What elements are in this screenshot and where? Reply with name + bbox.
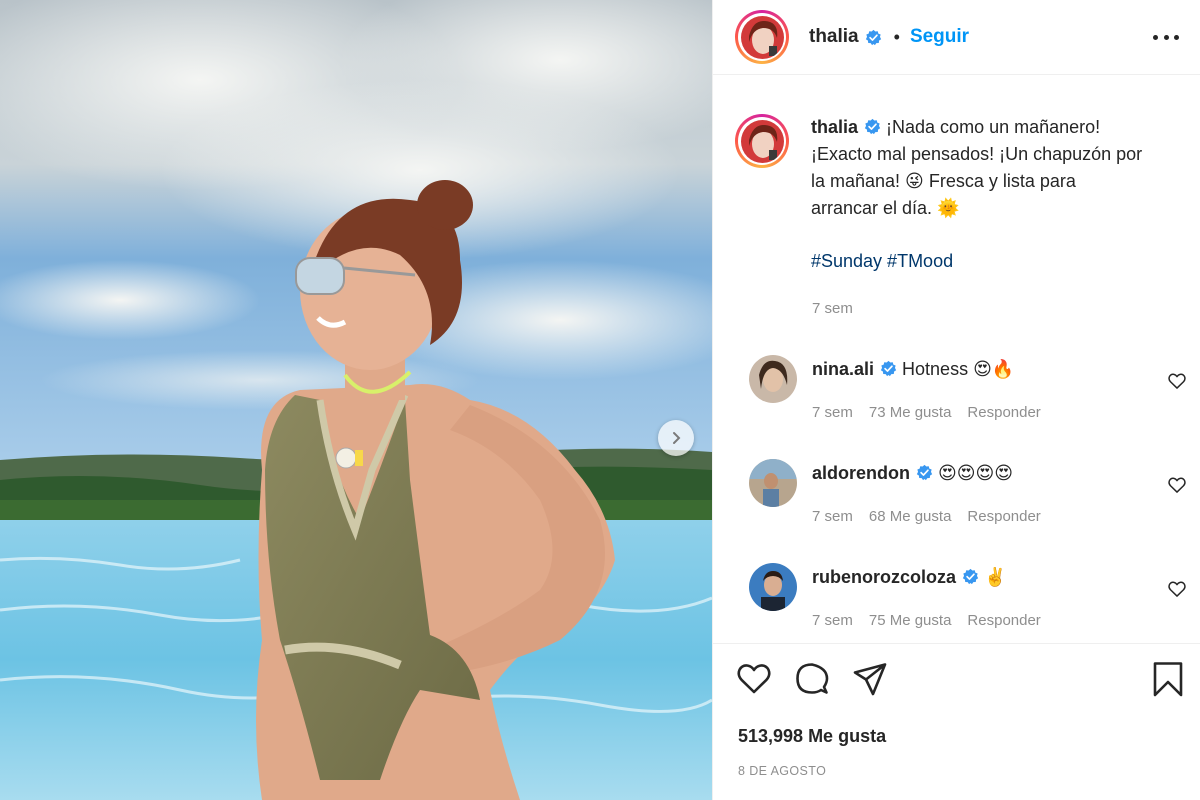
comment-likes[interactable]: 68 Me gusta: [869, 508, 952, 525]
header-divider: [713, 74, 1200, 75]
author-username[interactable]: thalia: [809, 26, 859, 48]
author-avatar[interactable]: [735, 10, 789, 64]
share-icon[interactable]: [851, 660, 889, 698]
heart-icon[interactable]: [1167, 475, 1187, 495]
comment-text: rubenorozcoloza ✌️: [812, 567, 1006, 588]
reply-button[interactable]: Responder: [967, 404, 1040, 421]
post-photo[interactable]: [0, 0, 712, 800]
verified-badge-icon: [962, 568, 979, 585]
avatar-image: [749, 355, 797, 403]
heart-icon[interactable]: [1167, 579, 1187, 599]
comment-icon[interactable]: [793, 660, 831, 698]
post-side-panel: thalia • Seguir thalia ¡Nada como un mañ…: [712, 0, 1200, 800]
instagram-post: thalia • Seguir thalia ¡Nada como un mañ…: [0, 0, 1200, 800]
caption-text: thalia ¡Nada como un mañanero! ¡Exacto m…: [811, 114, 1189, 275]
comment-username[interactable]: aldorendon: [812, 463, 910, 483]
comment-time: 7 sem: [812, 612, 853, 629]
avatar-image: [740, 119, 784, 163]
caption-author-avatar[interactable]: [735, 114, 789, 168]
verified-badge-icon: [916, 464, 933, 481]
avatar-image: [749, 459, 797, 507]
comment-item: rubenorozcoloza ✌️ 7 sem 75 Me gusta Res…: [713, 563, 1200, 653]
caption: thalia ¡Nada como un mañanero! ¡Exacto m…: [735, 114, 1195, 275]
reply-button[interactable]: Responder: [967, 508, 1040, 525]
comment-likes[interactable]: 75 Me gusta: [869, 612, 952, 629]
comment-meta: 7 sem 68 Me gusta Responder: [812, 508, 1057, 525]
avatar-image: [740, 15, 784, 59]
bookmark-icon[interactable]: [1149, 660, 1187, 698]
comment-meta: 7 sem 75 Me gusta Responder: [812, 612, 1057, 629]
comment-time: 7 sem: [812, 404, 853, 421]
likes-count[interactable]: 513,998 Me gusta: [738, 726, 886, 747]
heart-icon[interactable]: [1167, 371, 1187, 391]
comment-body: ✌️: [984, 567, 1007, 587]
commenter-avatar[interactable]: [749, 563, 797, 611]
post-action-bar: [713, 660, 1200, 704]
post-header: thalia • Seguir: [713, 0, 1200, 74]
verified-badge-icon: [880, 360, 897, 377]
caption-hashtags[interactable]: #Sunday #TMood: [811, 248, 1189, 275]
caption-line: arrancar el día. 🌞: [811, 198, 960, 218]
comment-username[interactable]: nina.ali: [812, 359, 874, 379]
post-date: 8 DE AGOSTO: [738, 764, 827, 778]
pool-photo-image: [0, 0, 712, 800]
header-separator: •: [893, 26, 900, 47]
commenter-avatar[interactable]: [749, 355, 797, 403]
follow-button[interactable]: Seguir: [910, 26, 969, 48]
reply-button[interactable]: Responder: [967, 612, 1040, 629]
like-heart-icon[interactable]: [735, 660, 773, 698]
actions-divider: [713, 643, 1200, 644]
caption-line: ¡Nada como un mañanero!: [886, 117, 1101, 137]
comment-meta: 7 sem 73 Me gusta Responder: [812, 404, 1057, 421]
comment-body: Hotness 😍🔥: [902, 359, 1015, 379]
comment-item: aldorendon 😍😍😍😍 7 sem 68 Me gusta Respon…: [713, 459, 1200, 549]
caption-timestamp: 7 sem: [812, 300, 853, 317]
verified-badge-icon: [864, 118, 881, 135]
commenter-avatar[interactable]: [749, 459, 797, 507]
caption-line: la mañana! 😜 Fresca y lista para: [811, 171, 1076, 191]
comment-time: 7 sem: [812, 508, 853, 525]
carousel-next-button[interactable]: [658, 420, 694, 456]
comment-text: aldorendon 😍😍😍😍: [812, 463, 1013, 484]
comment-likes[interactable]: 73 Me gusta: [869, 404, 952, 421]
verified-badge-icon: [865, 29, 881, 45]
comment-text: nina.ali Hotness 😍🔥: [812, 359, 1014, 380]
caption-username[interactable]: thalia: [811, 117, 858, 137]
caption-line: ¡Exacto mal pensados! ¡Un chapuzón por: [811, 144, 1143, 164]
comment-item: nina.ali Hotness 😍🔥 7 sem 73 Me gusta Re…: [713, 355, 1200, 445]
comment-username[interactable]: rubenorozcoloza: [812, 567, 956, 587]
avatar-image: [749, 563, 797, 611]
chevron-right-icon: [673, 432, 681, 444]
comment-body: 😍😍😍😍: [938, 463, 1014, 483]
more-options-icon[interactable]: [1153, 27, 1179, 47]
